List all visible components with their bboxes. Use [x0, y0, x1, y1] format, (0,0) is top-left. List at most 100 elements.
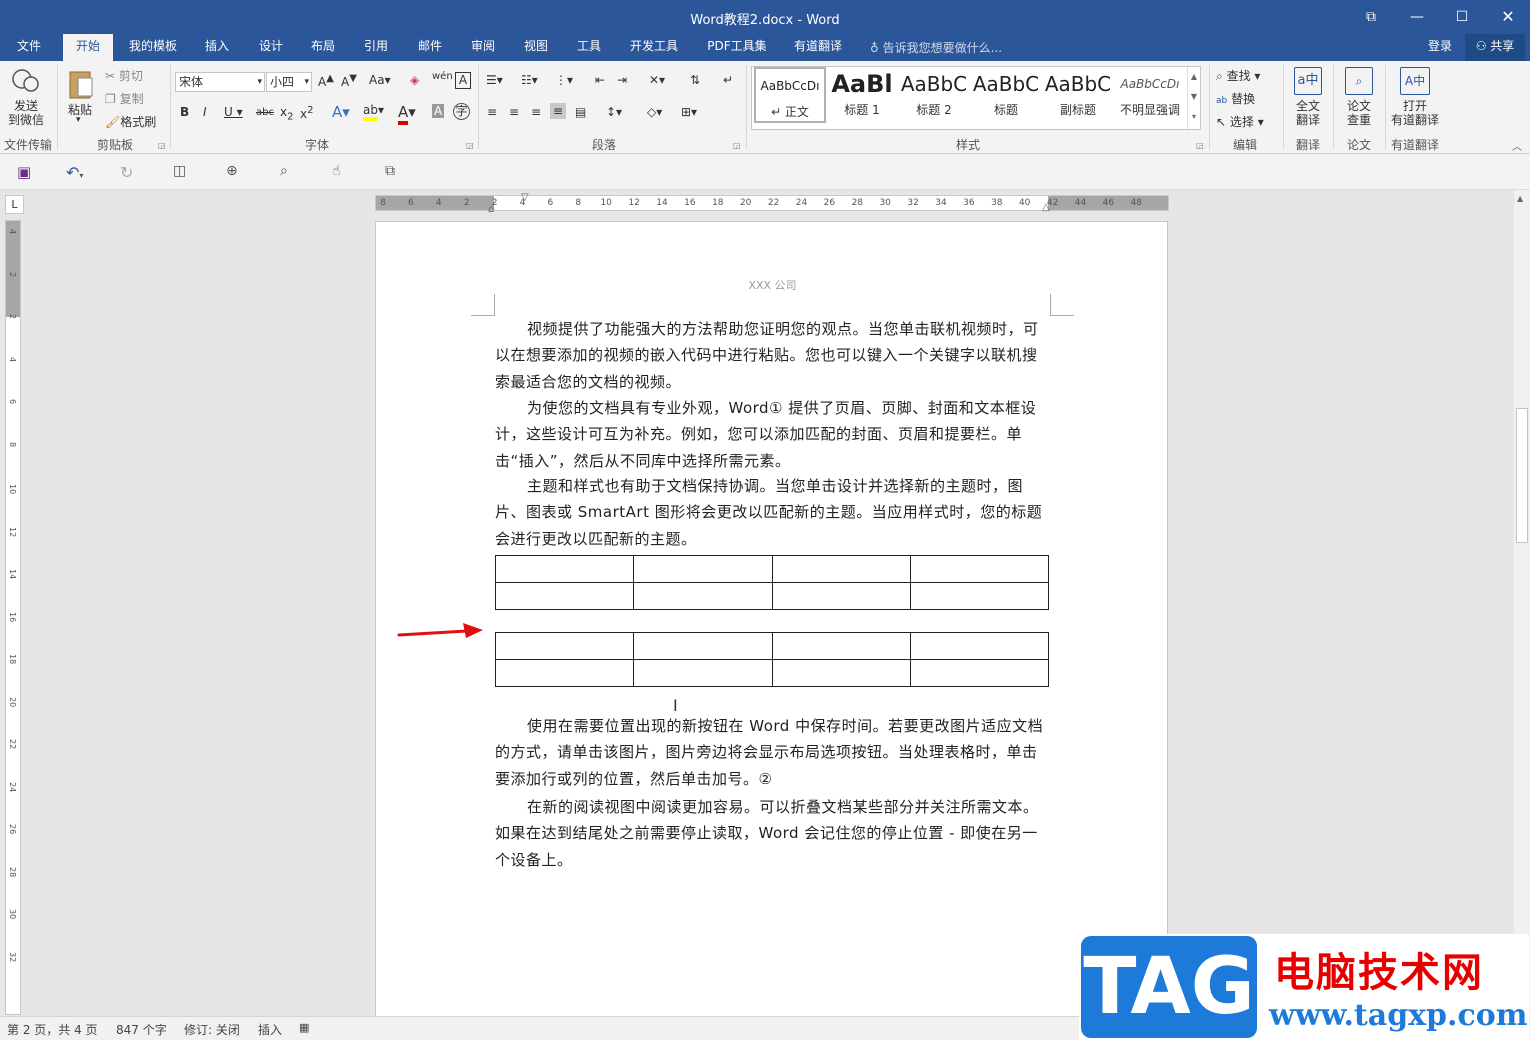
- left-indent-marker[interactable]: ⌂: [488, 204, 494, 215]
- table-cell[interactable]: [633, 632, 773, 660]
- vertical-ruler[interactable]: 4 2 2 4 6 8 10 12 14 16 18 20 22 24 26 28 30 32: [5, 220, 21, 1015]
- paper-check-button[interactable]: 论文 查重: [1339, 99, 1379, 127]
- tab-insert[interactable]: 插入: [194, 34, 240, 61]
- tab-home[interactable]: 开始: [63, 34, 113, 61]
- find-button[interactable]: ⌕ 查找 ▾: [1216, 67, 1260, 84]
- grow-font-icon[interactable]: A▲: [318, 73, 334, 89]
- table-cell[interactable]: [494, 659, 635, 687]
- styles-scroll-icon[interactable]: ▲ ▼ ▾: [1187, 67, 1200, 129]
- tab-file[interactable]: 文件: [6, 34, 52, 61]
- text-effects-icon[interactable]: A▾: [332, 103, 350, 121]
- char-border-icon[interactable]: A: [455, 72, 471, 89]
- login-link[interactable]: 登录: [1420, 34, 1460, 61]
- full-translate-button[interactable]: 全文 翻译: [1288, 99, 1328, 127]
- send-to-wechat-button[interactable]: 发送 到微信: [6, 99, 46, 127]
- print-preview-icon[interactable]: ⌕: [280, 163, 298, 179]
- save-icon[interactable]: ▣: [17, 163, 35, 181]
- macro-record-icon[interactable]: ▦: [299, 1021, 309, 1034]
- tab-pdf-tools[interactable]: PDF工具集: [698, 34, 776, 61]
- sort-icon[interactable]: ⇅: [690, 73, 700, 87]
- paste-dropdown-icon[interactable]: ▾: [76, 115, 81, 125]
- strikethrough-icon[interactable]: abc: [256, 107, 274, 118]
- subscript-icon[interactable]: x2: [280, 105, 293, 122]
- multilevel-list-icon[interactable]: ⋮▾: [555, 73, 573, 87]
- align-right-icon[interactable]: ≡: [531, 105, 541, 119]
- style-title[interactable]: AaBbC 标题: [970, 67, 1042, 123]
- horizontal-ruler[interactable]: 8 6 4 2 2 4 6 8 10 12 14 16 18 20 22 24 26 28 30 32 34 36 38 40…: [375, 192, 1169, 215]
- table-cell[interactable]: [771, 582, 911, 610]
- increase-indent-icon[interactable]: ⇥: [617, 73, 627, 87]
- maximize-button[interactable]: ☐: [1447, 6, 1477, 28]
- tab-youdao[interactable]: 有道翻译: [786, 34, 850, 61]
- table-cell[interactable]: [494, 582, 635, 610]
- shading-icon[interactable]: ◇▾: [647, 105, 662, 119]
- distributed-icon[interactable]: ▤: [575, 105, 586, 119]
- highlight-icon[interactable]: ab▾: [363, 103, 384, 121]
- tab-design[interactable]: 设计: [248, 34, 294, 61]
- page-count[interactable]: 第 2 页，共 4 页: [7, 1021, 98, 1038]
- tab-tools[interactable]: 工具: [566, 34, 612, 61]
- table-cell[interactable]: [909, 582, 1050, 610]
- paste-icon[interactable]: [66, 67, 96, 101]
- minimize-button[interactable]: —: [1402, 6, 1432, 28]
- align-left-icon[interactable]: ≡: [487, 105, 497, 119]
- web-view-icon[interactable]: ⊕: [226, 163, 244, 179]
- insert-mode-status[interactable]: 插入: [258, 1021, 282, 1038]
- table-cell[interactable]: [494, 555, 635, 583]
- two-page-icon[interactable]: ◫: [173, 163, 191, 179]
- tab-view[interactable]: 视图: [513, 34, 559, 61]
- tab-layout[interactable]: 布局: [300, 34, 346, 61]
- tab-developer[interactable]: 开发工具: [622, 34, 686, 61]
- change-case-icon[interactable]: Aa▾: [369, 73, 391, 87]
- paragraph-launcher-icon[interactable]: ◲: [733, 141, 741, 150]
- enclose-char-icon[interactable]: 字: [453, 103, 470, 120]
- underline-icon[interactable]: U ▾: [224, 105, 243, 119]
- show-marks-icon[interactable]: ↵: [723, 73, 733, 87]
- style-normal[interactable]: AaBbCcDı ↵ 正文: [754, 67, 826, 123]
- format-painter-button[interactable]: 🖌格式刷: [105, 113, 156, 130]
- line-spacing-icon[interactable]: ↕▾: [606, 105, 622, 119]
- numbering-icon[interactable]: ☷▾: [521, 73, 538, 87]
- font-name-combo[interactable]: 宋体 ▾: [175, 72, 265, 92]
- redo-icon[interactable]: ↻: [120, 163, 138, 182]
- style-heading2[interactable]: AaBbC 标题 2: [898, 67, 970, 123]
- borders-icon[interactable]: ⊞▾: [681, 105, 697, 119]
- phonetic-guide-icon[interactable]: wén: [432, 71, 453, 82]
- tab-references[interactable]: 引用: [353, 34, 399, 61]
- table-2[interactable]: [494, 632, 1050, 687]
- replace-button[interactable]: ab 替换: [1216, 90, 1255, 107]
- table-cell[interactable]: [633, 582, 773, 610]
- right-indent-marker[interactable]: △: [1042, 202, 1050, 213]
- tab-mailings[interactable]: 邮件: [407, 34, 453, 61]
- copy-button[interactable]: ❐ 复制: [105, 90, 144, 107]
- table-cell[interactable]: [771, 632, 911, 660]
- shrink-font-icon[interactable]: A▼: [341, 73, 357, 89]
- document-page[interactable]: XXX 公司 视频提供了功能强大的方法帮助您证明您的观点。当您单击联机视频时，可…: [375, 221, 1168, 1021]
- customize-qat-icon[interactable]: ⧉: [385, 163, 403, 179]
- italic-icon[interactable]: I: [203, 105, 207, 119]
- vertical-scrollbar[interactable]: ▲ ▼: [1514, 190, 1530, 1016]
- tab-stop-selector[interactable]: L: [5, 195, 24, 214]
- table-1[interactable]: [494, 555, 1050, 610]
- align-center-icon[interactable]: ≡: [509, 105, 519, 119]
- decrease-indent-icon[interactable]: ⇤: [595, 73, 605, 87]
- style-subtitle[interactable]: AaBbC 副标题: [1042, 67, 1114, 123]
- char-shading-icon[interactable]: A: [432, 104, 445, 118]
- table-cell[interactable]: [909, 632, 1050, 660]
- word-count[interactable]: 847 个字: [116, 1021, 167, 1038]
- styles-launcher-icon[interactable]: ◲: [1196, 141, 1204, 150]
- table-cell[interactable]: [771, 659, 911, 687]
- ribbon-display-options-icon[interactable]: ⧉: [1356, 6, 1386, 28]
- cut-button[interactable]: ✂ 剪切: [105, 67, 143, 84]
- justify-icon[interactable]: ≡: [550, 103, 567, 119]
- close-button[interactable]: ✕: [1493, 6, 1523, 28]
- bold-icon[interactable]: B: [180, 105, 189, 119]
- style-subtle-emphasis[interactable]: AaBbCcDı 不明显强调: [1114, 67, 1186, 123]
- select-button[interactable]: ↖ 选择 ▾: [1216, 113, 1264, 130]
- clipboard-launcher-icon[interactable]: ◲: [158, 141, 166, 150]
- track-changes-status[interactable]: 修订: 关闭: [184, 1021, 240, 1038]
- tab-my-templates[interactable]: 我的模板: [120, 34, 186, 61]
- table-cell[interactable]: [909, 659, 1050, 687]
- table-cell[interactable]: [633, 555, 773, 583]
- open-youdao-button[interactable]: 打开 有道翻译: [1388, 99, 1442, 127]
